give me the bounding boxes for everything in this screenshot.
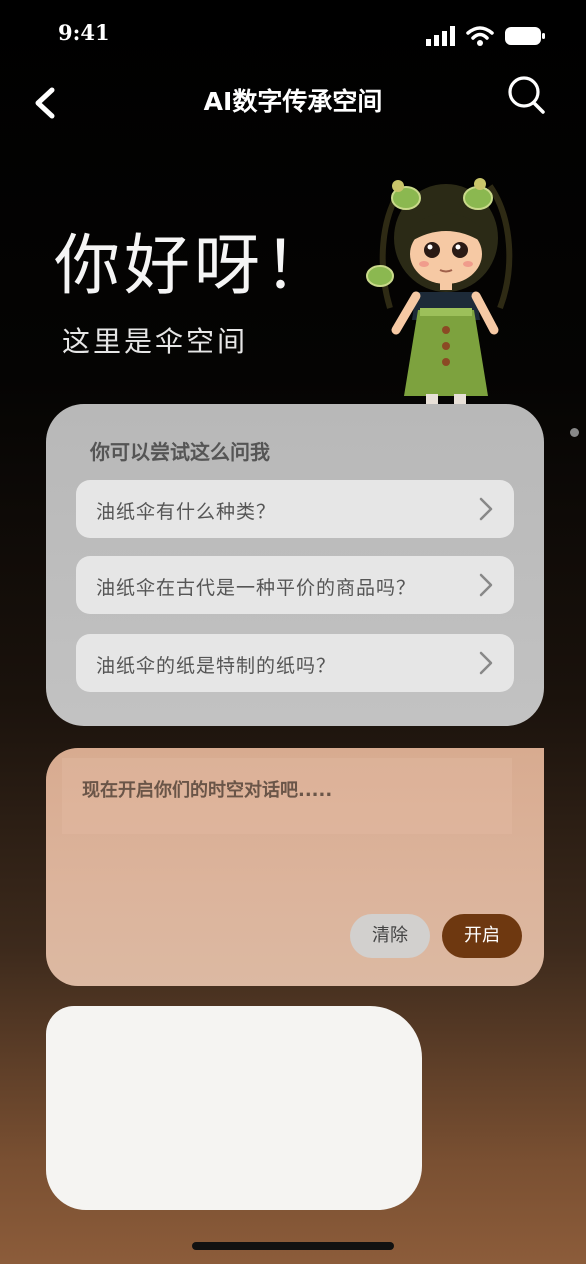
nav-bar: AI数字传承空间 <box>0 72 586 128</box>
suggestions-card: 你可以尝试这么问我 油纸伞有什么种类？ 油纸伞在古代是一种平价的商品吗？ 油纸伞… <box>46 404 544 726</box>
greeting-subtitle: 这里是伞空间 <box>62 325 249 358</box>
suggestion-label: 油纸伞的纸是特制的纸吗？ <box>96 655 337 677</box>
status-time: 9:41 <box>58 20 110 45</box>
home-indicator[interactable] <box>192 1242 394 1250</box>
greeting-heading: 你好呀！ <box>54 227 334 304</box>
suggestion-label: 油纸伞有什么种类？ <box>96 501 277 523</box>
chevron-right-icon <box>479 497 493 521</box>
page-title: AI数字传承空间 <box>203 87 383 116</box>
search-icon <box>508 76 545 114</box>
suggestion-item[interactable]: 油纸伞在古代是一种平价的商品吗？ <box>76 556 514 614</box>
signal-icon <box>426 26 455 46</box>
chat-placeholder: 现在开启你们的时空对话吧..... <box>82 780 333 801</box>
wifi-icon <box>466 26 494 46</box>
chevron-right-icon <box>479 651 493 675</box>
suggestion-item[interactable]: 油纸伞的纸是特制的纸吗？ <box>76 634 514 692</box>
search-button[interactable] <box>506 74 548 116</box>
decorative-dot <box>570 428 579 437</box>
suggestion-label: 油纸伞在古代是一种平价的商品吗？ <box>96 577 417 599</box>
chevron-right-icon <box>479 573 493 597</box>
start-button[interactable]: 开启 <box>442 914 522 958</box>
battery-icon <box>505 27 545 45</box>
status-icons <box>426 25 546 47</box>
chat-input[interactable]: 现在开启你们的时空对话吧..... <box>62 758 512 834</box>
suggestion-item[interactable]: 油纸伞有什么种类？ <box>76 480 514 538</box>
response-card <box>46 1006 422 1210</box>
suggestions-title: 你可以尝试这么问我 <box>90 440 270 464</box>
clear-button[interactable]: 清除 <box>350 914 430 958</box>
chat-input-card: 现在开启你们的时空对话吧..... 清除 开启 <box>46 748 544 986</box>
mascot-illustration <box>366 178 513 404</box>
status-bar: 9:41 <box>0 0 586 64</box>
